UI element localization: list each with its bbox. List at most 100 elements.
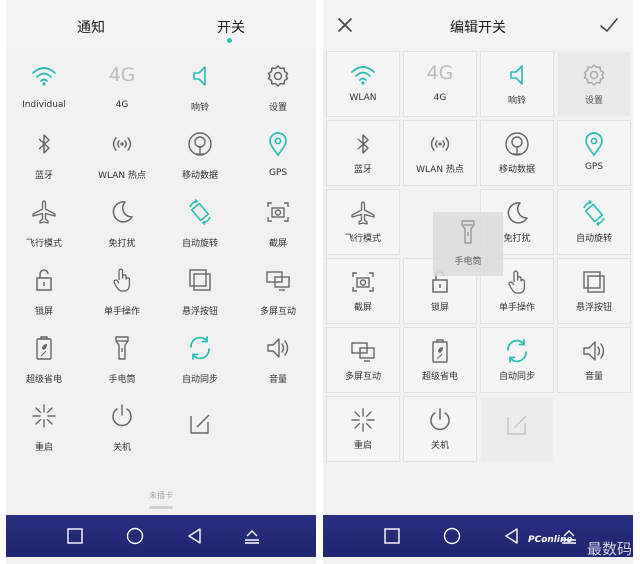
mobile-data-icon — [188, 132, 212, 156]
edit-tile-bluetooth[interactable]: 蓝牙 — [326, 120, 400, 186]
edit-switches-button[interactable] — [164, 396, 236, 460]
toggle-label: 手电筒 — [454, 257, 482, 267]
toggle-label: 响铃 — [507, 96, 526, 106]
toggle-label: 重启 — [34, 443, 53, 453]
home-icon[interactable] — [125, 526, 145, 546]
toggle-label: 自动旋转 — [181, 239, 218, 249]
edit-tile-auto-rotate[interactable]: 自动旋转 — [557, 189, 631, 255]
toggle-power-saver[interactable]: 超级省电 — [8, 328, 80, 392]
edit-tile-ring[interactable]: 响铃 — [480, 51, 554, 117]
toggle-hotspot[interactable]: WLAN 热点 — [86, 124, 158, 188]
recents-icon[interactable] — [65, 526, 85, 546]
battery-icon — [432, 339, 448, 363]
toggle-label: 设置 — [268, 103, 287, 113]
toggle-label: 关机 — [112, 443, 131, 453]
toggle-label: WLAN — [349, 93, 377, 103]
hotspot-icon — [112, 137, 132, 151]
toggle-lock-screen[interactable]: 锁屏 — [8, 260, 80, 324]
edit-tile-volume[interactable]: 音量 — [557, 327, 631, 393]
airplane-icon — [351, 201, 375, 225]
screenshot-icon — [352, 272, 374, 292]
toggle-airplane[interactable]: 飞行模式 — [8, 192, 80, 256]
hand-icon — [113, 268, 131, 292]
toggle-auto-rotate[interactable]: 自动旋转 — [164, 192, 236, 256]
toggle-4g[interactable]: 4G 4G — [86, 56, 158, 120]
toggle-dnd[interactable]: 免打扰 — [86, 192, 158, 256]
tab-notifications[interactable]: 通知 — [51, 17, 131, 37]
home-icon[interactable] — [442, 526, 462, 546]
gear-icon — [583, 64, 605, 86]
toggle-label: WLAN 热点 — [98, 171, 146, 181]
toggle-one-hand[interactable]: 单手操作 — [86, 260, 158, 324]
edit-tile-settings[interactable]: 设置 — [558, 52, 630, 116]
toggle-ring[interactable]: 响铃 — [164, 56, 236, 120]
active-tab-indicator — [227, 38, 232, 43]
toggle-label: 响铃 — [190, 103, 209, 113]
speaker-icon — [193, 66, 206, 86]
edit-tile-wlan[interactable]: WLAN — [326, 51, 400, 117]
toggle-label: 超级省电 — [421, 372, 458, 382]
toggle-float-button[interactable]: 悬浮按钮 — [164, 260, 236, 324]
toggle-label: 锁屏 — [34, 307, 53, 317]
tab-switches[interactable]: 开关 — [191, 17, 271, 37]
back-icon[interactable] — [185, 526, 205, 546]
drag-handle[interactable] — [149, 506, 173, 509]
toggle-label: 悬浮按钮 — [575, 303, 612, 313]
toggle-power-off[interactable]: 关机 — [86, 396, 158, 460]
gear-icon — [267, 65, 289, 87]
toggle-bluetooth[interactable]: 蓝牙 — [8, 124, 80, 188]
toggle-label: 蓝牙 — [353, 165, 372, 175]
notification-pull-icon[interactable] — [242, 526, 262, 546]
notification-shade-left: 通知 开关 Individual 4G 4G 响铃 设置 蓝牙 WLAN 热点 … — [6, 0, 316, 564]
check-icon[interactable] — [598, 14, 620, 36]
rotate-icon — [189, 198, 211, 226]
edit-tile-multiscreen[interactable]: 多屏互动 — [326, 327, 400, 393]
toggle-multiscreen[interactable]: 多屏互动 — [242, 260, 314, 324]
battery-icon — [36, 336, 52, 360]
toggle-auto-sync[interactable]: 自动同步 — [164, 328, 236, 392]
hand-icon — [508, 270, 526, 294]
toggle-flashlight[interactable]: 手电筒 — [86, 328, 158, 392]
wifi-icon — [32, 67, 56, 86]
toggle-gps[interactable]: GPS — [242, 124, 314, 188]
back-icon[interactable] — [502, 526, 522, 546]
moon-icon — [112, 201, 133, 223]
toggle-label: 飞行模式 — [344, 234, 381, 244]
float-window-icon — [583, 271, 605, 293]
toggle-volume[interactable]: 音量 — [242, 328, 314, 392]
edit-tile-gps[interactable]: GPS — [557, 120, 631, 186]
volume-icon — [267, 338, 289, 358]
moon-icon — [507, 202, 528, 224]
float-window-icon — [189, 269, 211, 291]
edit-tile-hotspot[interactable]: WLAN 热点 — [403, 120, 477, 186]
toggle-mobile-data[interactable]: 移动数据 — [164, 124, 236, 188]
toggle-label: 多屏互动 — [259, 307, 296, 317]
toggle-reboot[interactable]: 重启 — [8, 396, 80, 460]
edit-tile-auto-sync[interactable]: 自动同步 — [480, 327, 554, 393]
toggle-wifi[interactable]: Individual — [8, 56, 80, 120]
edit-tile-screenshot[interactable]: 截屏 — [326, 258, 400, 324]
sim-status: 未插卡 — [149, 491, 173, 500]
edit-tile-4g[interactable]: 4G 4G — [403, 51, 477, 117]
toggle-label: Individual — [22, 100, 66, 110]
hotspot-icon — [430, 137, 450, 151]
sync-icon — [507, 339, 527, 363]
edit-tile-power-off[interactable]: 关机 — [403, 396, 477, 462]
edit-tile-mobile-data[interactable]: 移动数据 — [480, 120, 554, 186]
edit-tile-placeholder — [481, 397, 553, 461]
airplane-icon — [32, 200, 56, 224]
dragging-tile-flashlight[interactable]: 手电筒 — [433, 212, 503, 276]
toggle-label: 移动数据 — [181, 171, 218, 181]
toggle-label: 手电筒 — [108, 375, 136, 385]
edit-tile-airplane[interactable]: 飞行模式 — [326, 189, 400, 255]
edit-tile-reboot[interactable]: 重启 — [326, 396, 400, 462]
toggle-screenshot[interactable]: 截屏 — [242, 192, 314, 256]
toggle-settings[interactable]: 设置 — [242, 56, 314, 120]
toggle-label: 移动数据 — [498, 165, 535, 175]
edit-tile-float-button[interactable]: 悬浮按钮 — [557, 258, 631, 324]
edit-header: 编辑开关 — [323, 0, 633, 48]
speaker-icon — [510, 65, 523, 85]
toggle-label: 锁屏 — [430, 303, 449, 313]
recents-icon[interactable] — [382, 526, 402, 546]
edit-tile-power-saver[interactable]: 超级省电 — [403, 327, 477, 393]
